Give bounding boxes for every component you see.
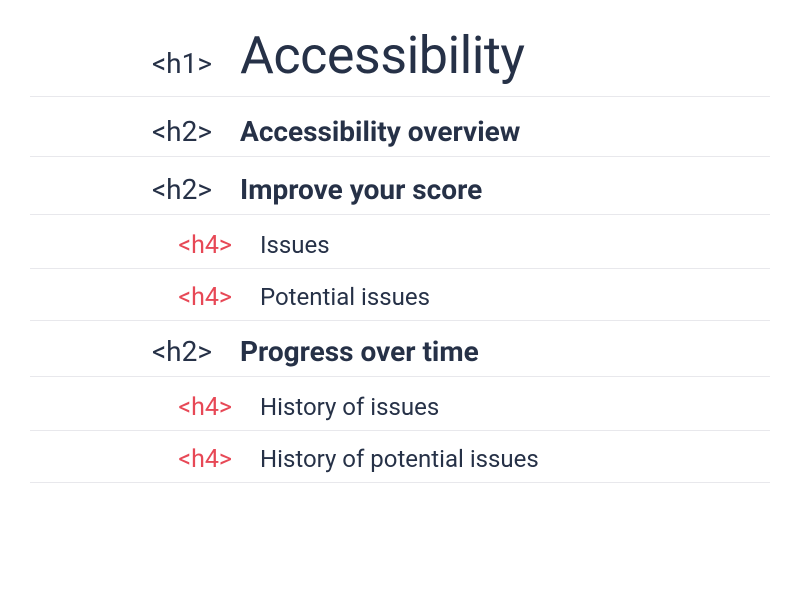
heading-tag-label: <h2> (30, 115, 240, 148)
outline-row-h4: <h4> Potential issues (30, 279, 770, 321)
heading-text: Improve your score (240, 173, 482, 206)
outline-row-h2: <h2> Progress over time (30, 331, 770, 377)
heading-tag-label: <h4> (30, 445, 260, 474)
outline-row-h1: <h1> Accessibility (30, 25, 770, 97)
heading-tag-label: <h4> (30, 231, 260, 260)
outline-row-h2: <h2> Improve your score (30, 169, 770, 215)
heading-text: History of issues (260, 393, 439, 421)
outline-row-h4: <h4> History of potential issues (30, 441, 770, 483)
heading-text: Accessibility overview (240, 115, 520, 148)
outline-row-h2: <h2> Accessibility overview (30, 111, 770, 157)
heading-text: Issues (260, 231, 330, 259)
heading-tag-label: <h4> (30, 393, 260, 422)
outline-row-h4: <h4> History of issues (30, 389, 770, 431)
heading-tag-label: <h4> (30, 283, 260, 312)
heading-tag-label: <h2> (30, 335, 240, 368)
outline-row-h4: <h4> Issues (30, 227, 770, 269)
heading-text: Progress over time (240, 335, 479, 368)
heading-tag-label: <h2> (30, 173, 240, 206)
heading-text: Accessibility (240, 25, 525, 86)
heading-text: History of potential issues (260, 445, 539, 473)
heading-tag-label: <h1> (30, 47, 240, 80)
heading-text: Potential issues (260, 283, 430, 311)
